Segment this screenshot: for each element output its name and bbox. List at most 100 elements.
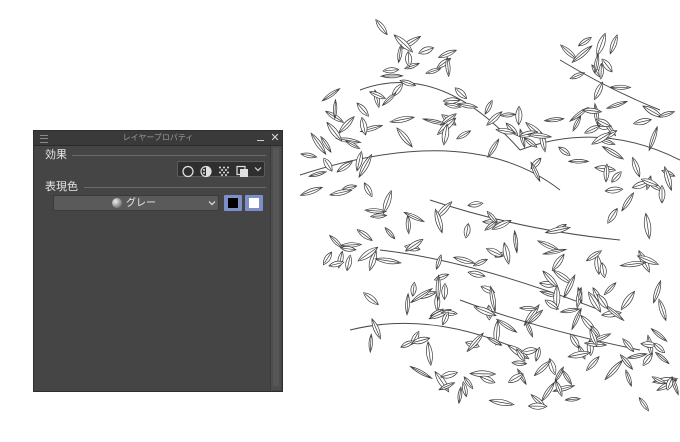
leaf-stroke <box>648 125 658 152</box>
leaf-stroke <box>426 341 433 367</box>
expression-color-value: グレー <box>126 198 156 209</box>
leaf-stroke <box>631 156 641 178</box>
leaf-stroke <box>658 298 667 322</box>
leaf-stroke <box>360 116 368 136</box>
leaf-stroke <box>622 338 635 353</box>
leaf-stroke <box>374 257 402 265</box>
leaf-stroke <box>632 118 652 126</box>
effect-divider <box>72 155 266 156</box>
line-color-swatch-button[interactable] <box>224 195 242 211</box>
leaf-stroke <box>533 360 551 377</box>
leaf-stroke <box>569 72 586 80</box>
leaf-stroke <box>643 212 652 240</box>
white-swatch <box>249 198 259 208</box>
leaf-stroke <box>463 222 471 239</box>
leaf-stroke <box>605 100 629 109</box>
leaf-stroke <box>435 254 442 270</box>
leaf-stroke <box>384 227 396 240</box>
leaf-stroke <box>488 398 515 406</box>
expression-color-section-label: 表現色 <box>45 180 78 193</box>
leaf-stroke <box>433 273 450 281</box>
leaf-stroke <box>611 171 622 183</box>
leaf-stroke <box>356 229 373 241</box>
leaf-stroke <box>541 381 555 403</box>
leaf-stroke <box>601 146 625 160</box>
minimize-button[interactable] <box>256 133 266 143</box>
branch-stroke <box>429 199 621 241</box>
leaf-stroke <box>408 365 434 380</box>
layer-color-icon[interactable] <box>234 163 250 177</box>
effect-section-label: 効果 <box>45 148 67 161</box>
leaf-stroke <box>515 105 523 126</box>
panel-title: レイヤープロパティ <box>122 133 194 142</box>
leaf-stroke <box>405 214 411 235</box>
leaf-stroke <box>363 182 373 198</box>
layer-property-panel: レイヤープロパティ ✕ 効果 表現色 グレー <box>33 130 283 392</box>
leaf-stroke <box>323 157 333 172</box>
leaf-stroke <box>467 201 484 208</box>
panel-titlebar[interactable]: レイヤープロパティ ✕ <box>34 131 282 146</box>
border-effect-icon[interactable] <box>180 163 196 178</box>
leaf-stroke <box>559 307 581 314</box>
leaf-stroke <box>369 213 388 219</box>
leaf-stroke <box>375 19 388 36</box>
close-button[interactable]: ✕ <box>269 131 281 145</box>
panel-scrollbar[interactable] <box>270 146 281 390</box>
leaf-stroke <box>548 357 557 376</box>
leaf-stroke <box>604 359 623 381</box>
leaf-stroke <box>441 282 448 301</box>
gray-ball-icon <box>112 198 122 208</box>
leaf-stroke <box>484 99 493 115</box>
leaf-stroke <box>603 282 617 296</box>
leaf-stroke <box>604 186 624 194</box>
leaf-stroke <box>368 333 373 354</box>
leaf-stroke <box>487 138 500 159</box>
paper-color-swatch-button[interactable] <box>245 195 263 211</box>
leaf-stroke <box>363 292 379 306</box>
leaf-stroke <box>584 125 601 134</box>
leaf-stroke <box>389 116 416 123</box>
leaf-stroke <box>620 290 635 311</box>
leaf-stroke <box>499 112 517 118</box>
tone-icon[interactable] <box>198 163 214 178</box>
leaf-stroke <box>654 351 670 365</box>
leaf-stroke <box>596 32 606 57</box>
expression-color-divider <box>84 187 266 188</box>
leaf-stroke <box>581 107 603 114</box>
leaf-stroke <box>456 130 472 140</box>
leaf-stroke <box>321 87 341 102</box>
leaf-stroke <box>621 192 635 212</box>
leaf-stroke <box>625 369 632 388</box>
leaf-stroke <box>299 186 324 196</box>
black-swatch <box>228 198 238 208</box>
leaf-stroke <box>564 397 582 402</box>
leaf-stroke <box>609 34 618 55</box>
leaf-stroke <box>558 146 571 156</box>
leaf-stroke <box>345 254 352 272</box>
leaf-stroke <box>543 117 565 123</box>
effect-button-group <box>177 161 265 178</box>
expression-color-select[interactable]: グレー <box>53 195 219 211</box>
leaf-stroke <box>379 73 404 79</box>
leaf-stroke <box>524 137 538 148</box>
leaf-stroke <box>405 292 410 316</box>
leaf-stroke <box>336 161 353 173</box>
leaf-stroke <box>381 92 397 107</box>
leaf-stroke <box>472 258 489 267</box>
leaf-stroke <box>638 396 649 412</box>
leaf-stroke <box>585 356 600 372</box>
leaf-stroke <box>551 253 565 272</box>
leaf-stroke <box>382 67 400 74</box>
chevron-down-icon[interactable] <box>254 164 262 174</box>
leaf-stroke <box>513 229 519 254</box>
leaf-stroke <box>457 386 463 405</box>
leaf-stroke <box>410 281 417 297</box>
leaf-stroke <box>650 327 668 342</box>
leaf-stroke <box>607 207 618 224</box>
leaf-stroke <box>653 342 666 354</box>
leaf-stroke <box>396 127 413 148</box>
leaf-stroke <box>329 234 343 249</box>
tone-pattern-icon[interactable] <box>216 163 232 176</box>
leaf-stroke <box>418 46 435 55</box>
scroll-thumb[interactable] <box>273 148 279 386</box>
